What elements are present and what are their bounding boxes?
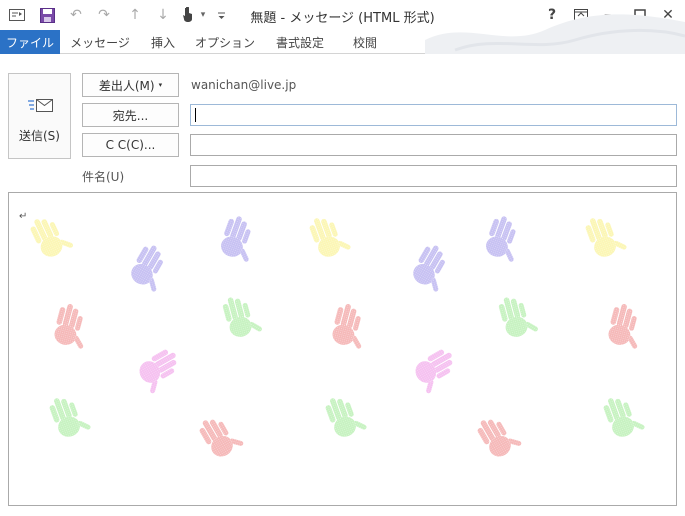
maximize-button[interactable] (627, 3, 653, 27)
chevron-down-icon: ▾ (158, 81, 163, 89)
to-button[interactable]: 宛先... (82, 103, 179, 127)
ribbon-tab-bar: ファイル メッセージ 挿入 オプション 書式設定 校閲 (0, 14, 685, 54)
cc-field[interactable] (190, 134, 677, 156)
tab-options[interactable]: オプション (193, 30, 257, 54)
cc-button[interactable]: C C(C)... (82, 133, 179, 157)
redo-icon[interactable]: ↷ (94, 5, 114, 25)
from-address: wanichan@live.jp (191, 78, 297, 92)
outlook-app-icon[interactable] (7, 5, 27, 25)
text-cursor (195, 108, 196, 122)
help-button[interactable]: ? (539, 3, 565, 27)
close-button[interactable]: ✕ (655, 3, 681, 27)
customize-quick-access-icon[interactable] (211, 5, 231, 25)
paragraph-return-mark: ↵ (19, 211, 28, 222)
subject-label: 件名(U) (82, 170, 125, 184)
tab-format-text[interactable]: 書式設定 (266, 30, 334, 54)
from-button-label: 差出人(M) (98, 78, 155, 93)
tab-review[interactable]: 校閲 (342, 30, 388, 54)
title-bar: ↶ ↷ ↑ ↓ ▾ 無題 - メッセージ (HTML 形式) ? — ✕ (0, 0, 685, 30)
next-item-icon[interactable]: ↓ (153, 5, 173, 25)
send-label: 送信(S) (19, 129, 60, 143)
send-envelope-icon (28, 99, 53, 112)
handprint-background (27, 209, 648, 462)
tab-message[interactable]: メッセージ (67, 30, 133, 54)
touch-mode-dropdown-icon[interactable]: ▾ (193, 5, 213, 25)
tab-insert[interactable]: 挿入 (140, 30, 186, 54)
message-header: 送信(S) 差出人(M) ▾ wanichan@live.jp 宛先... C … (0, 54, 685, 190)
subject-field[interactable] (190, 165, 677, 187)
send-button[interactable]: 送信(S) (8, 73, 71, 159)
ribbon-display-options-button[interactable] (568, 3, 594, 27)
previous-item-icon[interactable]: ↑ (125, 5, 145, 25)
undo-icon[interactable]: ↶ (66, 5, 86, 25)
tab-file[interactable]: ファイル (0, 30, 60, 54)
save-icon[interactable] (37, 5, 57, 25)
message-body-editor[interactable]: ↵ (8, 192, 677, 506)
minimize-button[interactable]: — (598, 3, 624, 27)
from-button[interactable]: 差出人(M) ▾ (82, 73, 179, 97)
to-field[interactable] (190, 104, 677, 126)
